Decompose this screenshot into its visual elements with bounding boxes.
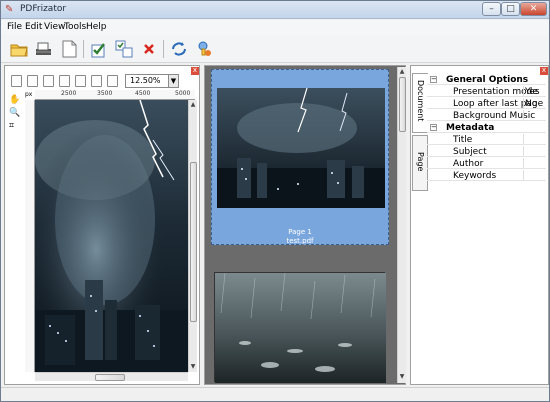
- scroll-thumb[interactable]: [190, 162, 197, 322]
- property-group-label: General Options: [446, 75, 529, 85]
- thumbnail-image: [215, 272, 386, 383]
- menu-bar: File Edit View Tools Help: [1, 20, 549, 35]
- property-row[interactable]: Subject: [427, 146, 546, 157]
- thumbnails-scrollbar[interactable]: ▲ ▼: [397, 67, 406, 383]
- scroll-up-icon[interactable]: ▲: [189, 101, 197, 108]
- page-preview-image: [35, 100, 188, 372]
- maximize-button[interactable]: □: [501, 2, 520, 16]
- app-window: ✎ PDFrizator – □ ✕ File Edit View Tools …: [0, 0, 550, 402]
- zoom-dropdown-icon[interactable]: ▼: [168, 74, 179, 88]
- arrange-pages-icon[interactable]: [114, 39, 134, 59]
- refresh-icon[interactable]: [169, 39, 189, 59]
- viewer-toolbar: 12.50% ▼: [5, 74, 197, 90]
- toolbar-separator: [163, 40, 164, 58]
- ruler-tick-label: 3500: [97, 90, 113, 97]
- minimize-button[interactable]: –: [482, 2, 501, 16]
- property-value[interactable]: Yes: [525, 87, 540, 97]
- page-thumbnail-selected[interactable]: Page 1 test.pdf: [211, 69, 389, 245]
- scroll-down-icon[interactable]: ▼: [398, 373, 406, 380]
- property-row[interactable]: Keywords: [427, 170, 546, 181]
- scanner-icon[interactable]: [34, 39, 54, 59]
- close-button[interactable]: ✕: [520, 2, 547, 16]
- menu-help[interactable]: Help: [86, 22, 107, 32]
- title-bar: ✎ PDFrizator – □ ✕: [1, 1, 549, 19]
- status-bar: [1, 387, 549, 401]
- crop-tool-icon[interactable]: ⌗: [9, 121, 20, 132]
- check-pages-icon[interactable]: [89, 39, 109, 59]
- property-group-metadata[interactable]: − Metadata: [427, 122, 546, 133]
- property-row[interactable]: Background Music: [427, 110, 546, 121]
- settings-icon[interactable]: [194, 39, 214, 59]
- tab-document[interactable]: Document: [412, 73, 428, 133]
- page-thumbnail[interactable]: [214, 272, 386, 383]
- menu-file[interactable]: File: [7, 22, 22, 32]
- toolbar-separator: [83, 40, 84, 58]
- viewer-horizontal-scrollbar[interactable]: [35, 372, 188, 381]
- property-key: Keywords: [453, 171, 497, 181]
- property-row[interactable]: Title: [427, 134, 546, 145]
- grid-icon[interactable]: [107, 75, 118, 87]
- menu-tools[interactable]: Tools: [64, 22, 86, 32]
- ruler-tick-label: 4500: [135, 90, 151, 97]
- delete-icon[interactable]: [139, 39, 159, 59]
- rotate-icon[interactable]: [75, 75, 86, 87]
- property-row[interactable]: Loop after last page No: [427, 98, 546, 109]
- collapse-icon[interactable]: −: [430, 124, 437, 131]
- scroll-thumb[interactable]: [95, 374, 125, 381]
- thumbnail-image: [217, 88, 385, 208]
- property-key: Author: [453, 159, 484, 169]
- tab-page[interactable]: Page: [412, 135, 428, 191]
- viewer-tools: ✋ 🔍 ⌗: [9, 95, 23, 135]
- scroll-up-icon[interactable]: ▲: [398, 68, 406, 75]
- menu-view[interactable]: View: [44, 22, 65, 32]
- property-group-general[interactable]: − General Options: [427, 74, 546, 85]
- thumbnail-page-label: Page 1: [288, 228, 312, 236]
- thumbnail-file-label: test.pdf: [286, 237, 314, 245]
- open-folder-icon[interactable]: [9, 39, 29, 59]
- new-page-icon[interactable]: [59, 39, 79, 59]
- property-key: Title: [453, 135, 473, 145]
- viewer-vertical-scrollbar[interactable]: ▲ ▼: [188, 100, 197, 372]
- ruler-tick-label: 2500: [61, 90, 77, 97]
- ruler-tick-label: 5000: [175, 90, 191, 97]
- zoom-in-icon[interactable]: [43, 75, 54, 87]
- horizontal-ruler: 2500 3500 4500 5000: [35, 90, 195, 100]
- fit-width-icon[interactable]: [27, 75, 38, 87]
- property-group-label: Metadata: [446, 123, 495, 133]
- menu-edit[interactable]: Edit: [25, 22, 42, 32]
- contrast-icon[interactable]: [91, 75, 102, 87]
- zoom-tool-icon[interactable]: 🔍: [9, 108, 20, 119]
- property-grid: − General Options Presentation mode Yes …: [427, 74, 546, 184]
- zoom-level-field[interactable]: 12.50%: [125, 74, 169, 88]
- property-key: Subject: [453, 147, 487, 157]
- scroll-down-icon[interactable]: ▼: [189, 363, 197, 370]
- window-title: PDFrizator: [20, 4, 67, 14]
- property-value[interactable]: No: [525, 99, 537, 109]
- hand-tool-icon[interactable]: ✋: [9, 95, 20, 106]
- vertical-ruler: [25, 100, 35, 372]
- scroll-thumb[interactable]: [399, 77, 406, 132]
- zoom-out-icon[interactable]: [59, 75, 70, 87]
- ruler-unit-label: px: [25, 91, 33, 98]
- main-toolbar: [1, 35, 549, 63]
- collapse-icon[interactable]: −: [430, 76, 437, 83]
- tab-document-label: Document: [416, 80, 425, 122]
- pdf-app-icon: ✎: [5, 4, 14, 15]
- property-row[interactable]: Author: [427, 158, 546, 169]
- fit-page-icon[interactable]: [11, 75, 22, 87]
- property-row[interactable]: Presentation mode Yes: [427, 86, 546, 97]
- tab-page-label: Page: [416, 152, 425, 172]
